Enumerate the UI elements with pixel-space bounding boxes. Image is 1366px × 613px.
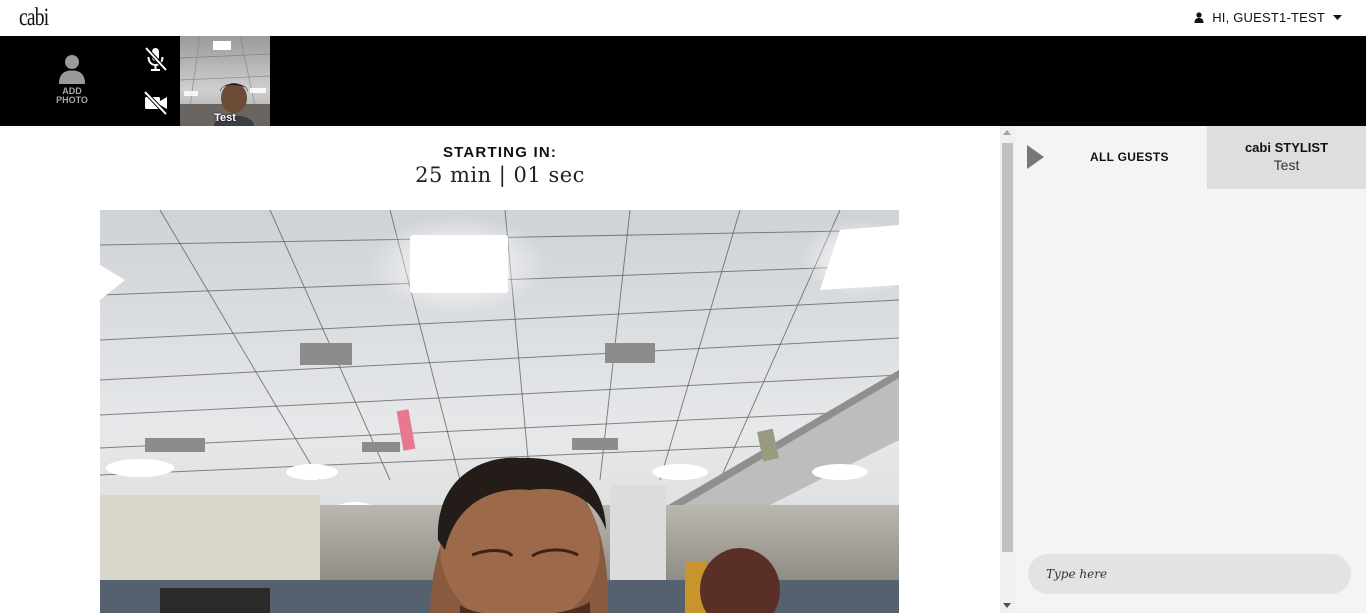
chat-panel: ALL GUESTS cabi STYLIST Test <box>1015 126 1366 613</box>
participant-strip: ADD PHOTO Test <box>0 36 1366 126</box>
scroll-down-arrow-icon[interactable] <box>1003 603 1011 608</box>
caret-down-icon <box>1333 15 1342 20</box>
user-menu[interactable]: HI, GUEST1-TEST <box>1194 10 1342 25</box>
user-greeting: HI, GUEST1-TEST <box>1212 10 1325 25</box>
tab-all-guests-label: ALL GUESTS <box>1090 150 1169 164</box>
mic-off-icon <box>144 46 168 72</box>
mute-mic-button[interactable] <box>142 46 170 72</box>
participant-name: Test <box>214 112 236 124</box>
chat-message-input[interactable] <box>1028 554 1351 594</box>
tab-stylist-name: Test <box>1273 157 1300 173</box>
top-bar: cabi HI, GUEST1-TEST <box>0 0 1366 36</box>
main-content: STARTING IN: 25 min | 01 sec <box>0 126 1000 613</box>
tab-all-guests[interactable]: ALL GUESTS <box>1015 126 1207 189</box>
add-photo-button[interactable]: ADD PHOTO <box>42 54 102 105</box>
scroll-up-arrow-icon[interactable] <box>1003 130 1011 135</box>
person-silhouette-icon <box>59 55 85 84</box>
video-off-icon <box>143 90 168 116</box>
tab-cabi-stylist[interactable]: cabi STYLIST Test <box>1207 126 1366 189</box>
user-icon <box>1194 12 1204 23</box>
add-photo-label-2: PHOTO <box>56 95 88 105</box>
countdown-timer: 25 min | 01 sec <box>415 163 585 187</box>
video-off-button[interactable] <box>142 90 170 117</box>
play-triangle-icon[interactable] <box>1027 145 1044 169</box>
page-scrollbar[interactable] <box>1000 126 1015 613</box>
scrollbar-thumb[interactable] <box>1002 143 1013 552</box>
tab-stylist-title: cabi STYLIST <box>1244 140 1329 155</box>
cabi-logo[interactable]: cabi <box>19 4 49 32</box>
webcam-video-image <box>100 210 899 613</box>
main-video-feed[interactable] <box>100 210 899 613</box>
starting-in-label: STARTING IN: <box>442 144 558 161</box>
participant-video-thumbnail[interactable]: Test <box>180 36 270 126</box>
